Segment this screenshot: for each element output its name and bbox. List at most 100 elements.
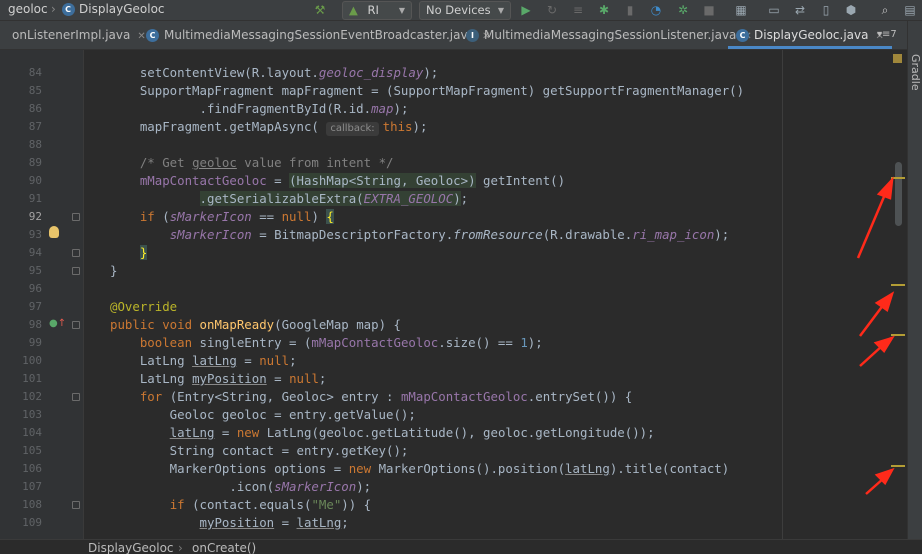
tab-event-broadcaster[interactable]: C MultimediaMessagingSessionEventBroadcas… bbox=[146, 21, 490, 49]
gradle-tool-button[interactable]: Gradle bbox=[909, 54, 922, 91]
code-line: /* Get geoloc value from intent */ bbox=[110, 155, 394, 170]
class-icon: C bbox=[60, 2, 76, 17]
fold-marker[interactable] bbox=[72, 249, 80, 257]
override-icon[interactable]: ●↑ bbox=[49, 318, 66, 330]
code-line: mapFragment.getMapAsync( callback: this); bbox=[110, 119, 428, 136]
line-number: 109 bbox=[22, 516, 42, 529]
tab-session-listener[interactable]: I MultimediaMessagingSessionListener.java… bbox=[466, 21, 752, 49]
code-line: myPosition = latLng; bbox=[199, 515, 349, 530]
code-line: latLng = new LatLng(geoloc.getLatitude()… bbox=[169, 425, 655, 440]
line-number: 94 bbox=[28, 246, 42, 259]
class-icon: C bbox=[736, 29, 749, 42]
android-icon: ▲ bbox=[349, 3, 358, 17]
code-line: mMapContactGeoloc = (HashMap<String, Geo… bbox=[139, 173, 566, 188]
line-number: 103 bbox=[22, 408, 42, 421]
tab-label: onListenerImpl.java bbox=[12, 28, 131, 42]
code-line: String contact = entry.getKey(); bbox=[110, 443, 409, 458]
line-number: 89 bbox=[28, 156, 42, 169]
error-stripe-marker[interactable] bbox=[891, 465, 905, 467]
line-number: 108 bbox=[22, 498, 42, 511]
profile-icon[interactable]: ◔ bbox=[648, 3, 664, 18]
code-line: LatLng myPosition = null; bbox=[110, 371, 327, 386]
tab-display-geoloc[interactable]: C DisplayGeoloc.java ✕ bbox=[728, 21, 892, 49]
code-line: SupportMapFragment mapFragment = (Suppor… bbox=[110, 83, 745, 98]
fold-marker[interactable] bbox=[72, 213, 80, 221]
code-line: boolean singleEntry = (mMapContactGeoloc… bbox=[139, 335, 543, 350]
attach-debugger-icon[interactable]: ▮ bbox=[622, 3, 638, 18]
run-config-select[interactable]: ▲ RI ▼ bbox=[342, 1, 412, 20]
debug-android-icon[interactable]: ✲ bbox=[675, 3, 691, 18]
line-number: 106 bbox=[22, 462, 42, 475]
code-line: if (sMarkerIcon == null) { bbox=[139, 209, 334, 224]
line-number: 91 bbox=[28, 192, 42, 205]
line-number: 90 bbox=[28, 174, 42, 187]
fold-marker[interactable] bbox=[72, 267, 80, 275]
project-structure-icon[interactable]: ▦ bbox=[733, 3, 749, 18]
crumb-separator-icon: › bbox=[51, 2, 56, 16]
code-line: .findFragmentById(R.id.map); bbox=[110, 101, 409, 116]
line-number: 101 bbox=[22, 372, 42, 385]
events-icon[interactable]: ▤ bbox=[902, 3, 918, 18]
layout-inspector-icon[interactable]: ▭ bbox=[766, 3, 782, 18]
code-line: Geoloc geoloc = entry.getValue(); bbox=[110, 407, 416, 422]
line-number: 96 bbox=[28, 282, 42, 295]
build-hammer-icon[interactable]: ⚒ bbox=[312, 3, 328, 18]
error-stripe-marker[interactable] bbox=[891, 284, 905, 286]
code-line: } bbox=[110, 263, 118, 278]
error-stripe-marker[interactable] bbox=[891, 334, 905, 336]
code-line: .getSerializableExtra(EXTRA_GEOLOC); bbox=[199, 191, 469, 206]
tab-label: MultimediaMessagingSessionListener.java bbox=[484, 28, 737, 42]
file-crumb[interactable]: DisplayGeoloc bbox=[79, 2, 165, 16]
line-number: 98 bbox=[28, 318, 42, 331]
debug-icon[interactable]: ✱ bbox=[596, 3, 612, 18]
project-crumb[interactable]: geoloc bbox=[8, 2, 48, 16]
warning-indicator-icon[interactable] bbox=[893, 54, 902, 63]
line-number: 105 bbox=[22, 444, 42, 457]
interface-icon: I bbox=[466, 29, 479, 42]
fold-marker[interactable] bbox=[72, 393, 80, 401]
apply-changes-icon[interactable]: ↻ bbox=[544, 3, 560, 18]
main-toolbar: geoloc › C DisplayGeoloc ⚒ ▲ RI ▼ No Dev… bbox=[0, 0, 922, 21]
code-line: for (Entry<String, Geoloc> entry : mMapC… bbox=[139, 389, 633, 404]
line-number: 102 bbox=[22, 390, 42, 403]
line-number: 99 bbox=[28, 336, 42, 349]
class-icon: C bbox=[146, 29, 159, 42]
code-line: } bbox=[139, 245, 148, 260]
editor-tabs: onListenerImpl.java ✕ C MultimediaMessagin… bbox=[0, 21, 922, 50]
line-number: 92 bbox=[28, 210, 42, 223]
breadcrumb-method[interactable]: onCreate() bbox=[192, 541, 256, 554]
lightbulb-icon[interactable] bbox=[49, 226, 59, 238]
dropdown-arrow-icon: ▼ bbox=[497, 6, 504, 15]
line-number: 97 bbox=[28, 300, 42, 313]
fold-marker[interactable] bbox=[72, 501, 80, 509]
line-number: 88 bbox=[28, 138, 42, 151]
line-number: 95 bbox=[28, 264, 42, 277]
side-tool-strip bbox=[907, 21, 922, 539]
breadcrumb-separator-icon: › bbox=[178, 541, 183, 554]
code-line: if (contact.equals("Me")) { bbox=[169, 497, 372, 512]
device-label: No Devices bbox=[426, 3, 491, 17]
line-number: 86 bbox=[28, 102, 42, 115]
stop-icon[interactable]: ■ bbox=[701, 3, 717, 18]
scrollbar-thumb[interactable] bbox=[895, 162, 902, 226]
code-line: sMarkerIcon = BitmapDescriptorFactory.fr… bbox=[169, 227, 730, 242]
code-line: .icon(sMarkerIcon); bbox=[110, 479, 372, 494]
search-icon[interactable]: ⌕ bbox=[877, 3, 893, 18]
error-stripe-marker[interactable] bbox=[891, 177, 905, 179]
code-line: MarkerOptions options = new MarkerOption… bbox=[110, 461, 730, 476]
sdk-manager-icon[interactable]: ⬢ bbox=[843, 3, 859, 18]
code-line: setContentView(R.layout.geoloc_display); bbox=[110, 65, 439, 80]
fold-marker[interactable] bbox=[72, 321, 80, 329]
sync-gradle-icon[interactable]: ⇄ bbox=[792, 3, 808, 18]
device-select[interactable]: No Devices ▼ bbox=[419, 1, 511, 20]
tab-listener-impl[interactable]: onListenerImpl.java ✕ bbox=[12, 21, 146, 49]
close-icon[interactable]: ✕ bbox=[137, 31, 145, 42]
apply-code-changes-icon[interactable]: ≡ bbox=[570, 3, 586, 18]
breadcrumb-class[interactable]: DisplayGeoloc bbox=[88, 541, 174, 554]
device-manager-icon[interactable]: ▯ bbox=[818, 3, 834, 18]
run-icon[interactable]: ▶ bbox=[518, 3, 534, 18]
line-number: 100 bbox=[22, 354, 42, 367]
code-line: public void onMapReady(GoogleMap map) { bbox=[110, 317, 401, 332]
tab-overflow-button[interactable]: ▾≡7 bbox=[877, 21, 897, 49]
line-number: 87 bbox=[28, 120, 42, 133]
